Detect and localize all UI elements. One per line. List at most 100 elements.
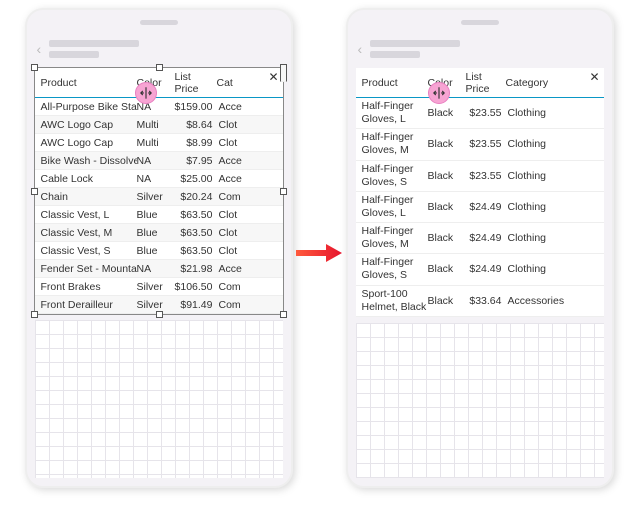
cell-price: $33.64	[466, 295, 506, 307]
table-row[interactable]: Front BrakesSilver$106.50Com	[35, 278, 283, 296]
resize-handle[interactable]	[31, 64, 38, 71]
cell-product: AWC Logo Cap	[37, 119, 137, 131]
cell-color: Silver	[137, 191, 175, 203]
resize-handle[interactable]	[31, 188, 38, 195]
cell-price: $24.49	[466, 232, 506, 244]
table-row[interactable]: Half-Finger Gloves, SBlack$24.49Clothing	[356, 254, 604, 285]
cell-color: Silver	[137, 281, 175, 293]
table-row[interactable]: Half-Finger Gloves, SBlack$23.55Clothing	[356, 161, 604, 192]
cell-category: Acce	[217, 263, 281, 275]
empty-grid-area	[356, 323, 604, 478]
column-resize-icon[interactable]	[428, 82, 450, 104]
resize-handle[interactable]	[280, 188, 287, 195]
table-header-row: Product Color List Price Cat ✕	[35, 68, 283, 98]
cell-product: Cable Lock	[37, 173, 137, 185]
cell-color: Multi	[137, 119, 175, 131]
cell-category: Com	[217, 281, 281, 293]
table-row[interactable]: Half-Finger Gloves, LBlack$23.55Clothing	[356, 98, 604, 129]
close-icon[interactable]: ✕	[268, 70, 278, 84]
table-row[interactable]: Fender Set - MountainNA$21.98Acce	[35, 260, 283, 278]
cell-price: $23.55	[466, 170, 506, 182]
cell-category: Clothing	[506, 201, 602, 213]
cell-color: Black	[428, 170, 466, 182]
header-price[interactable]: List Price	[466, 71, 502, 95]
cell-product: Classic Vest, S	[37, 245, 137, 257]
resize-handle[interactable]	[280, 311, 287, 318]
cell-product: Chain	[37, 191, 137, 203]
cell-color: Black	[428, 263, 466, 275]
table-row[interactable]: Half-Finger Gloves, MBlack$24.49Clothing	[356, 223, 604, 254]
cell-product: Front Brakes	[37, 281, 137, 293]
resize-handle[interactable]	[280, 64, 287, 82]
table-row[interactable]: AWC Logo CapMulti$8.64Clot	[35, 116, 283, 134]
table-row[interactable]: Classic Vest, LBlue$63.50Clot	[35, 206, 283, 224]
cell-price: $23.55	[466, 107, 506, 119]
cell-color: Blue	[137, 209, 175, 221]
table-row[interactable]: Classic Vest, SBlue$63.50Clot	[35, 242, 283, 260]
header-product[interactable]: Product	[358, 77, 428, 89]
cell-color: Silver	[137, 299, 175, 311]
cell-product: All-Purpose Bike Stand	[37, 101, 137, 113]
back-icon[interactable]: ‹	[358, 41, 363, 57]
cell-price: $63.50	[175, 209, 217, 221]
cell-color: Black	[428, 138, 466, 150]
cell-color: Black	[428, 107, 466, 119]
cell-product: Classic Vest, L	[37, 209, 137, 221]
data-table[interactable]: Product Color List Price Category ✕ Half…	[356, 68, 604, 317]
table-header-row: Product Color List Price Category ✕	[356, 68, 604, 98]
cell-category: Clot	[217, 119, 281, 131]
cell-product: Half-Finger Gloves, M	[358, 131, 428, 157]
table-row[interactable]: Classic Vest, MBlue$63.50Clot	[35, 224, 283, 242]
back-icon[interactable]: ‹	[37, 41, 42, 57]
phone-mockup-left: ‹ Product Color List	[25, 8, 293, 488]
phone-speaker-area	[348, 10, 612, 34]
cell-category: Clot	[217, 137, 281, 149]
cell-color: Black	[428, 232, 466, 244]
app-header: ‹	[348, 34, 612, 64]
cell-price: $63.50	[175, 227, 217, 239]
cell-product: Half-Finger Gloves, M	[358, 225, 428, 251]
table-row[interactable]: Cable LockNA$25.00Acce	[35, 170, 283, 188]
cell-color: Blue	[137, 227, 175, 239]
table-row[interactable]: Bike Wash - DissolverNA$7.95Acce	[35, 152, 283, 170]
close-icon[interactable]: ✕	[589, 70, 599, 84]
cell-product: Sport-100 Helmet, Black	[358, 288, 428, 314]
app-header: ‹	[27, 34, 291, 64]
cell-product: AWC Logo Cap	[37, 137, 137, 149]
arrow-right-icon	[294, 240, 344, 266]
column-resize-icon[interactable]	[135, 82, 157, 104]
table-row[interactable]: ChainSilver$20.24Com	[35, 188, 283, 206]
cell-price: $63.50	[175, 245, 217, 257]
table-row[interactable]: All-Purpose Bike StandNA$159.00Acce	[35, 98, 283, 116]
cell-category: Acce	[217, 173, 281, 185]
cell-price: $25.00	[175, 173, 217, 185]
data-table[interactable]: Product Color List Price Cat ✕ All-Purpo…	[35, 68, 283, 314]
resize-handle[interactable]	[156, 311, 163, 318]
cell-product: Bike Wash - Dissolver	[37, 155, 137, 167]
table-row[interactable]: Half-Finger Gloves, LBlack$24.49Clothing	[356, 192, 604, 223]
cell-color: Blue	[137, 245, 175, 257]
cell-category: Clothing	[506, 263, 602, 275]
cell-price: $8.99	[175, 137, 217, 149]
table-row[interactable]: Half-Finger Gloves, MBlack$23.55Clothing	[356, 129, 604, 160]
cell-product: Half-Finger Gloves, L	[358, 194, 428, 220]
phone-speaker-area	[27, 10, 291, 34]
table-row[interactable]: Sport-100 Helmet, BlackBlack$33.64Access…	[356, 286, 604, 317]
cell-product: Half-Finger Gloves, S	[358, 256, 428, 282]
header-product[interactable]: Product	[37, 77, 137, 89]
resize-handle[interactable]	[31, 311, 38, 318]
resize-handle[interactable]	[156, 64, 163, 71]
cell-category: Com	[217, 191, 281, 203]
header-price[interactable]: List Price	[175, 71, 213, 95]
cell-product: Classic Vest, M	[37, 227, 137, 239]
cell-price: $8.64	[175, 119, 217, 131]
cell-category: Clothing	[506, 232, 602, 244]
header-category[interactable]: Category	[502, 77, 602, 89]
table-row[interactable]: AWC Logo CapMulti$8.99Clot	[35, 134, 283, 152]
cell-price: $7.95	[175, 155, 217, 167]
cell-product: Front Derailleur	[37, 299, 137, 311]
cell-color: NA	[137, 155, 175, 167]
cell-category: Com	[217, 299, 281, 311]
cell-category: Clot	[217, 209, 281, 221]
cell-category: Accessories	[506, 295, 602, 307]
